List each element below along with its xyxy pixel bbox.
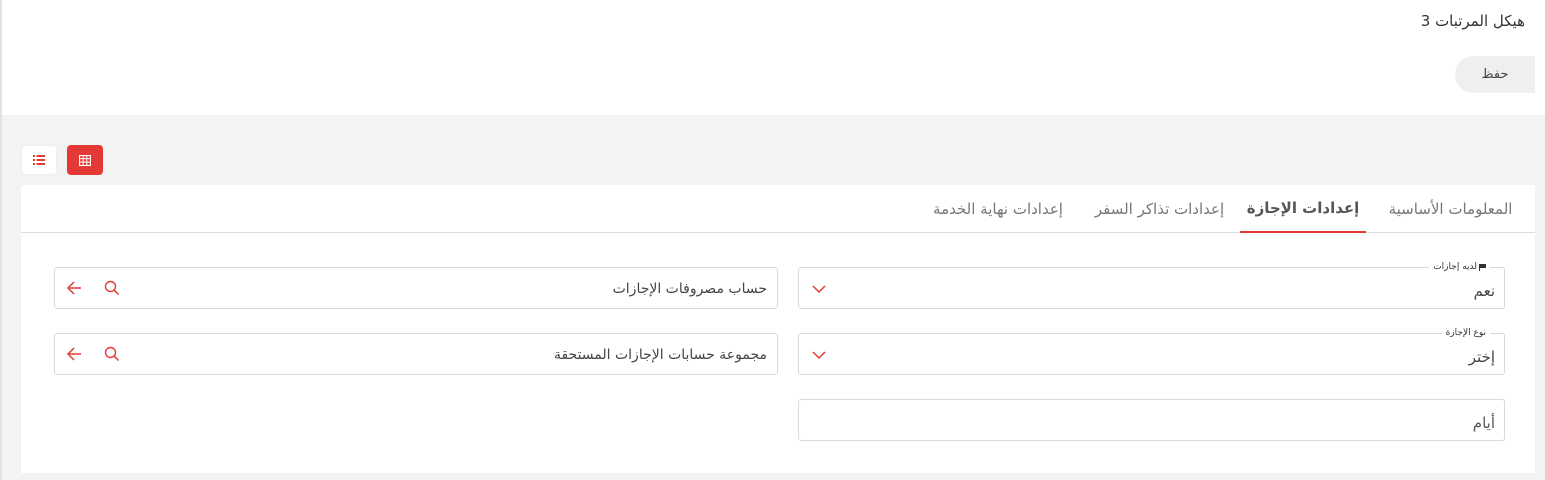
list-icon <box>33 155 45 165</box>
has-leaves-value: نعم <box>1473 282 1495 300</box>
accrued-leave-accounts-group-value: مجموعة حسابات الإجازات المستحقة <box>553 347 767 363</box>
leave-type-select[interactable]: نوع الإجازة إختر <box>798 328 1505 375</box>
tab-travel-tickets-settings[interactable]: إعدادات تذاكر السفر <box>1079 185 1240 233</box>
grid-view-button[interactable] <box>67 145 103 175</box>
arrow-left-icon[interactable] <box>66 346 83 362</box>
form-card: المعلومات الأساسية إعدادات الإجازة إعداد… <box>21 185 1535 473</box>
table-grid-icon <box>79 154 91 166</box>
page-header: هيكل المرتبات 3 حفظ <box>2 0 1545 115</box>
search-icon[interactable] <box>103 345 121 363</box>
accrued-leave-accounts-group-lookup[interactable]: مجموعة حسابات الإجازات المستحقة <box>54 333 778 375</box>
chevron-down-icon[interactable] <box>811 282 827 296</box>
tab-basic-info[interactable]: المعلومات الأساسية <box>1366 185 1535 233</box>
tabs-bar: المعلومات الأساسية إعدادات الإجازة إعداد… <box>21 185 1535 233</box>
leave-expense-account-value: حساب مصروفات الإجازات <box>612 281 767 297</box>
tab-end-of-service-settings[interactable]: إعدادات نهاية الخدمة <box>917 185 1079 233</box>
has-leaves-select[interactable]: لديه إجازات نعم <box>798 262 1505 309</box>
days-placeholder: أيام <box>1472 414 1495 432</box>
leave-type-value: إختر <box>1468 348 1495 366</box>
tab-leave-settings[interactable]: إعدادات الإجازة <box>1240 185 1366 233</box>
list-view-button[interactable] <box>21 145 57 175</box>
days-input[interactable]: أيام <box>798 399 1505 441</box>
arrow-left-icon[interactable] <box>66 280 83 296</box>
has-leaves-label: لديه إجازات <box>1433 262 1477 272</box>
search-icon[interactable] <box>103 279 121 297</box>
page-title: هيكل المرتبات 3 <box>1420 12 1525 30</box>
save-button[interactable]: حفظ <box>1455 56 1535 93</box>
leave-expense-account-lookup[interactable]: حساب مصروفات الإجازات <box>54 267 778 309</box>
chevron-down-icon[interactable] <box>811 348 827 362</box>
